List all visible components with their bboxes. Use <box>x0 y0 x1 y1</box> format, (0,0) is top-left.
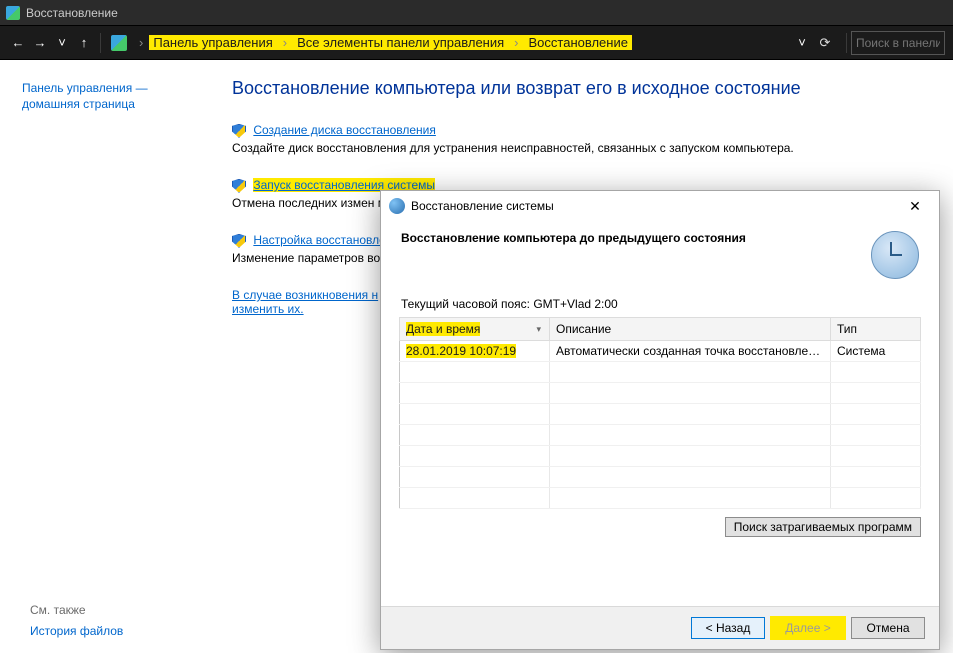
breadcrumb[interactable]: Панель управления <box>149 35 276 50</box>
separator <box>100 33 101 53</box>
recovery-option: Создание диска восстановления Создайте д… <box>232 123 852 156</box>
table-row: . <box>400 446 921 467</box>
dropdown-icon[interactable]: ˅ <box>792 33 812 53</box>
explorer-navbar: ← → ˅ ↑ › Панель управления › Все элемен… <box>0 25 953 60</box>
chevron-right-icon[interactable]: › <box>508 35 524 50</box>
shield-icon <box>232 234 246 248</box>
dialog-button-bar: < Назад Далее > Отмена <box>381 606 939 649</box>
window-title: Восстановление <box>26 6 118 20</box>
cancel-button[interactable]: Отмена <box>851 617 925 639</box>
restore-point-date: 28.01.2019 10:07:19 <box>406 344 516 358</box>
timezone-label: Текущий часовой пояс: GMT+Vlad 2:00 <box>401 297 919 311</box>
chevron-right-icon[interactable]: › <box>133 35 149 50</box>
see-also-heading: См. также <box>30 603 86 617</box>
address-icon <box>111 35 127 51</box>
back-button[interactable]: ← <box>8 33 28 53</box>
table-row: . <box>400 383 921 404</box>
dialog-title: Восстановление системы <box>411 199 554 213</box>
forward-button[interactable]: → <box>30 33 50 53</box>
system-restore-icon <box>389 198 405 214</box>
clock-restore-icon <box>871 231 919 279</box>
dialog-titlebar[interactable]: Восстановление системы ✕ <box>381 191 939 221</box>
close-button[interactable]: ✕ <box>899 195 931 217</box>
col-desc[interactable]: Описание <box>550 318 831 341</box>
breadcrumb[interactable]: Все элементы панели управления <box>293 35 508 50</box>
col-date[interactable]: Дата и время ▾ <box>400 318 550 341</box>
file-history-link[interactable]: История файлов <box>30 623 123 639</box>
back-button[interactable]: < Назад <box>691 617 765 639</box>
restore-point-desc: Автоматически созданная точка восстановл… <box>550 341 831 362</box>
option-desc: Создайте диск восстановления для устране… <box>232 140 852 156</box>
table-row: . <box>400 404 921 425</box>
control-panel-home-link[interactable]: Панель управления — домашняя страница <box>22 80 194 112</box>
control-panel-icon <box>6 6 20 20</box>
separator <box>846 33 847 53</box>
restore-point-type: Система <box>831 341 921 362</box>
recent-locations-button[interactable]: ˅ <box>52 33 72 53</box>
sort-desc-icon: ▾ <box>536 324 541 335</box>
window-titlebar: Восстановление <box>0 0 953 25</box>
sidebar: Панель управления — домашняя страница См… <box>8 60 208 653</box>
chevron-right-icon[interactable]: › <box>277 35 293 50</box>
table-row: . <box>400 362 921 383</box>
restore-points-table[interactable]: Дата и время ▾ Описание Тип 28.01.2019 1… <box>399 317 921 509</box>
col-type[interactable]: Тип <box>831 318 921 341</box>
breadcrumb[interactable]: Восстановление <box>525 35 632 50</box>
table-row[interactable]: 28.01.2019 10:07:19 Автоматически созданн… <box>400 341 921 362</box>
table-row: . <box>400 425 921 446</box>
scan-affected-programs-button[interactable]: Поиск затрагиваемых программ <box>725 517 921 537</box>
table-row: . <box>400 467 921 488</box>
configure-system-restore-link[interactable]: Настройка восстановле <box>253 233 385 247</box>
page-title: Восстановление компьютера или возврат ег… <box>232 78 929 99</box>
search-input[interactable] <box>851 31 945 55</box>
create-recovery-drive-link[interactable]: Создание диска восстановления <box>253 123 436 137</box>
system-restore-dialog: Восстановление системы ✕ Восстановление … <box>380 190 940 650</box>
dialog-heading: Восстановление компьютера до предыдущего… <box>401 231 746 245</box>
advanced-recovery-link[interactable]: В случае возникновения н изменить их. <box>232 288 378 316</box>
shield-icon <box>232 179 246 193</box>
refresh-button[interactable]: ⟳ <box>814 32 836 54</box>
up-button[interactable]: ↑ <box>74 33 94 53</box>
table-row: . <box>400 488 921 509</box>
shield-icon <box>232 124 246 138</box>
next-button[interactable]: Далее > <box>771 617 845 639</box>
